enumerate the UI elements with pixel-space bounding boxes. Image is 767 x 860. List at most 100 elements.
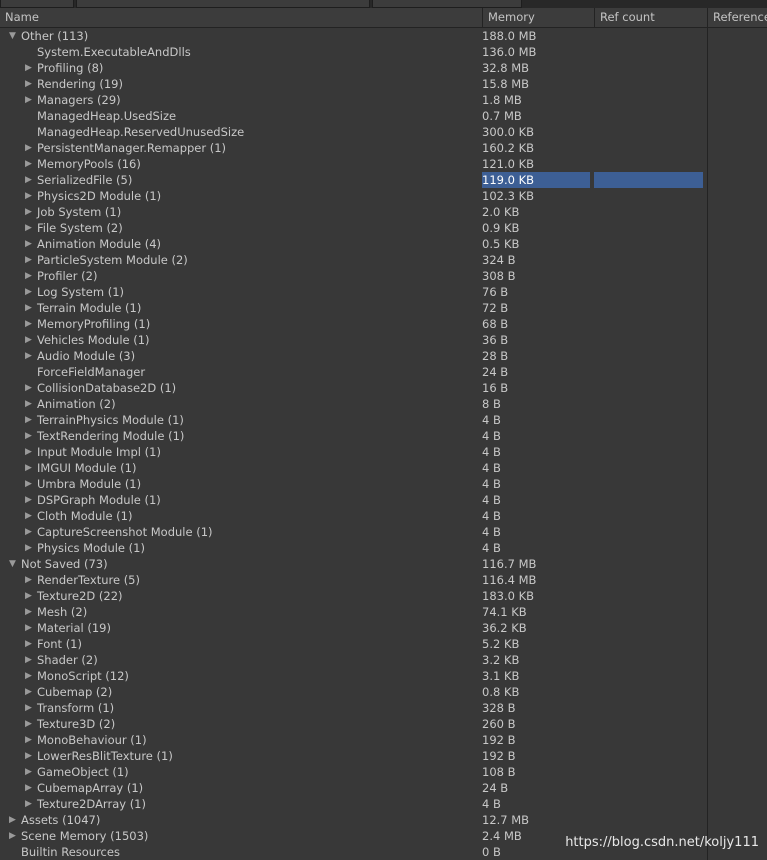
table-row[interactable]: ▶ DSPGraph Module (1) 4 B bbox=[0, 492, 767, 508]
table-row[interactable]: ▶ Input Module Impl (1) 4 B bbox=[0, 444, 767, 460]
table-row[interactable]: ▶ Profiling (8) 32.8 MB bbox=[0, 60, 767, 76]
collapsed-arrow-icon[interactable]: ▶ bbox=[25, 444, 32, 460]
table-row[interactable]: ManagedHeap.ReservedUnusedSize 300.0 KB bbox=[0, 124, 767, 140]
column-reference[interactable]: Reference bbox=[707, 8, 767, 27]
table-row[interactable]: ▶ Shader (2) 3.2 KB bbox=[0, 652, 767, 668]
table-row[interactable]: ▶ Mesh (2) 74.1 KB bbox=[0, 604, 767, 620]
collapsed-arrow-icon[interactable]: ▶ bbox=[25, 348, 32, 364]
collapsed-arrow-icon[interactable]: ▶ bbox=[25, 300, 32, 316]
collapsed-arrow-icon[interactable]: ▶ bbox=[25, 396, 32, 412]
collapsed-arrow-icon[interactable]: ▶ bbox=[25, 428, 32, 444]
collapsed-arrow-icon[interactable]: ▶ bbox=[25, 460, 32, 476]
table-row[interactable]: ▶ PersistentManager.Remapper (1) 160.2 KB bbox=[0, 140, 767, 156]
table-row[interactable]: ▶ ParticleSystem Module (2) 324 B bbox=[0, 252, 767, 268]
table-row[interactable]: ▶ Physics2D Module (1) 102.3 KB bbox=[0, 188, 767, 204]
collapsed-arrow-icon[interactable]: ▶ bbox=[25, 732, 32, 748]
table-row[interactable]: ▶ Animation (2) 8 B bbox=[0, 396, 767, 412]
table-row[interactable]: ▶ Job System (1) 2.0 KB bbox=[0, 204, 767, 220]
table-row[interactable]: System.ExecutableAndDlls 136.0 MB bbox=[0, 44, 767, 60]
table-row[interactable]: ▶ Audio Module (3) 28 B bbox=[0, 348, 767, 364]
collapsed-arrow-icon[interactable]: ▶ bbox=[9, 828, 16, 844]
table-row[interactable]: ▶ Physics Module (1) 4 B bbox=[0, 540, 767, 556]
table-row[interactable]: ▶ Cloth Module (1) 4 B bbox=[0, 508, 767, 524]
tab-detailed[interactable] bbox=[0, 0, 74, 8]
collapsed-arrow-icon[interactable]: ▶ bbox=[25, 668, 32, 684]
table-row[interactable]: ▶ File System (2) 0.9 KB bbox=[0, 220, 767, 236]
table-row[interactable]: ▶ Transform (1) 328 B bbox=[0, 700, 767, 716]
collapsed-arrow-icon[interactable]: ▶ bbox=[25, 796, 32, 812]
collapsed-arrow-icon[interactable]: ▶ bbox=[25, 92, 32, 108]
collapsed-arrow-icon[interactable]: ▶ bbox=[25, 492, 32, 508]
column-memory[interactable]: Memory bbox=[482, 8, 594, 27]
collapsed-arrow-icon[interactable]: ▶ bbox=[25, 652, 32, 668]
table-row[interactable]: ▶ Vehicles Module (1) 36 B bbox=[0, 332, 767, 348]
table-row[interactable]: ▼ Other (113) 188.0 MB bbox=[0, 28, 767, 44]
collapsed-arrow-icon[interactable]: ▶ bbox=[25, 572, 32, 588]
collapsed-arrow-icon[interactable]: ▶ bbox=[25, 476, 32, 492]
table-row[interactable]: ▼ Not Saved (73) 116.7 MB bbox=[0, 556, 767, 572]
tab-gather-object-references[interactable] bbox=[372, 0, 522, 8]
collapsed-arrow-icon[interactable]: ▶ bbox=[25, 748, 32, 764]
table-row[interactable]: ▶ GameObject (1) 108 B bbox=[0, 764, 767, 780]
table-row[interactable]: ▶ MonoScript (12) 3.1 KB bbox=[0, 668, 767, 684]
table-row[interactable]: ▶ Rendering (19) 15.8 MB bbox=[0, 76, 767, 92]
collapsed-arrow-icon[interactable]: ▶ bbox=[25, 252, 32, 268]
tab-take-sample[interactable] bbox=[76, 0, 370, 8]
collapsed-arrow-icon[interactable]: ▶ bbox=[25, 268, 32, 284]
table-row[interactable]: ▶ MemoryProfiling (1) 68 B bbox=[0, 316, 767, 332]
expanded-arrow-icon[interactable]: ▼ bbox=[9, 556, 16, 572]
collapsed-arrow-icon[interactable]: ▶ bbox=[25, 588, 32, 604]
table-row[interactable]: ▶ Terrain Module (1) 72 B bbox=[0, 300, 767, 316]
collapsed-arrow-icon[interactable]: ▶ bbox=[25, 236, 32, 252]
collapsed-arrow-icon[interactable]: ▶ bbox=[25, 188, 32, 204]
table-row[interactable]: ▶ CubemapArray (1) 24 B bbox=[0, 780, 767, 796]
table-row[interactable]: ▶ RenderTexture (5) 116.4 MB bbox=[0, 572, 767, 588]
table-row[interactable]: ▶ IMGUI Module (1) 4 B bbox=[0, 460, 767, 476]
expanded-arrow-icon[interactable]: ▼ bbox=[9, 28, 16, 44]
table-row[interactable]: ▶ CollisionDatabase2D (1) 16 B bbox=[0, 380, 767, 396]
table-row[interactable]: ▶ Texture2D (22) 183.0 KB bbox=[0, 588, 767, 604]
collapsed-arrow-icon[interactable]: ▶ bbox=[25, 604, 32, 620]
collapsed-arrow-icon[interactable]: ▶ bbox=[25, 156, 32, 172]
table-row[interactable]: ▶ Managers (29) 1.8 MB bbox=[0, 92, 767, 108]
column-name[interactable]: Name bbox=[0, 8, 483, 27]
collapsed-arrow-icon[interactable]: ▶ bbox=[25, 412, 32, 428]
table-row[interactable]: ▶ MemoryPools (16) 121.0 KB bbox=[0, 156, 767, 172]
table-row[interactable]: ▶ Log System (1) 76 B bbox=[0, 284, 767, 300]
collapsed-arrow-icon[interactable]: ▶ bbox=[25, 60, 32, 76]
table-row[interactable]: ▶ Texture2DArray (1) 4 B bbox=[0, 796, 767, 812]
table-row[interactable]: ▶ Cubemap (2) 0.8 KB bbox=[0, 684, 767, 700]
collapsed-arrow-icon[interactable]: ▶ bbox=[25, 716, 32, 732]
collapsed-arrow-icon[interactable]: ▶ bbox=[25, 636, 32, 652]
collapsed-arrow-icon[interactable]: ▶ bbox=[25, 204, 32, 220]
collapsed-arrow-icon[interactable]: ▶ bbox=[25, 700, 32, 716]
collapsed-arrow-icon[interactable]: ▶ bbox=[25, 140, 32, 156]
collapsed-arrow-icon[interactable]: ▶ bbox=[25, 620, 32, 636]
collapsed-arrow-icon[interactable]: ▶ bbox=[25, 380, 32, 396]
collapsed-arrow-icon[interactable]: ▶ bbox=[25, 220, 32, 236]
table-row[interactable]: ▶ TextRendering Module (1) 4 B bbox=[0, 428, 767, 444]
collapsed-arrow-icon[interactable]: ▶ bbox=[25, 524, 32, 540]
table-row[interactable]: ▶ Font (1) 5.2 KB bbox=[0, 636, 767, 652]
collapsed-arrow-icon[interactable]: ▶ bbox=[25, 540, 32, 556]
collapsed-arrow-icon[interactable]: ▶ bbox=[25, 684, 32, 700]
table-row[interactable]: ▶ LowerResBlitTexture (1) 192 B bbox=[0, 748, 767, 764]
table-row[interactable]: ▶ Assets (1047) 12.7 MB bbox=[0, 812, 767, 828]
collapsed-arrow-icon[interactable]: ▶ bbox=[25, 508, 32, 524]
collapsed-arrow-icon[interactable]: ▶ bbox=[25, 76, 32, 92]
collapsed-arrow-icon[interactable]: ▶ bbox=[25, 780, 32, 796]
collapsed-arrow-icon[interactable]: ▶ bbox=[25, 172, 32, 188]
table-row[interactable]: ForceFieldManager 24 B bbox=[0, 364, 767, 380]
table-row[interactable]: ▶ Texture3D (2) 260 B bbox=[0, 716, 767, 732]
table-row[interactable]: ManagedHeap.UsedSize 0.7 MB bbox=[0, 108, 767, 124]
table-row[interactable]: ▶ Profiler (2) 308 B bbox=[0, 268, 767, 284]
collapsed-arrow-icon[interactable]: ▶ bbox=[25, 284, 32, 300]
collapsed-arrow-icon[interactable]: ▶ bbox=[9, 812, 16, 828]
table-row[interactable]: ▶ Material (19) 36.2 KB bbox=[0, 620, 767, 636]
table-row[interactable]: ▶ CaptureScreenshot Module (1) 4 B bbox=[0, 524, 767, 540]
collapsed-arrow-icon[interactable]: ▶ bbox=[25, 332, 32, 348]
table-row[interactable]: ▶ TerrainPhysics Module (1) 4 B bbox=[0, 412, 767, 428]
collapsed-arrow-icon[interactable]: ▶ bbox=[25, 316, 32, 332]
column-ref-count[interactable]: Ref count bbox=[594, 8, 707, 27]
table-row[interactable]: ▶ Animation Module (4) 0.5 KB bbox=[0, 236, 767, 252]
